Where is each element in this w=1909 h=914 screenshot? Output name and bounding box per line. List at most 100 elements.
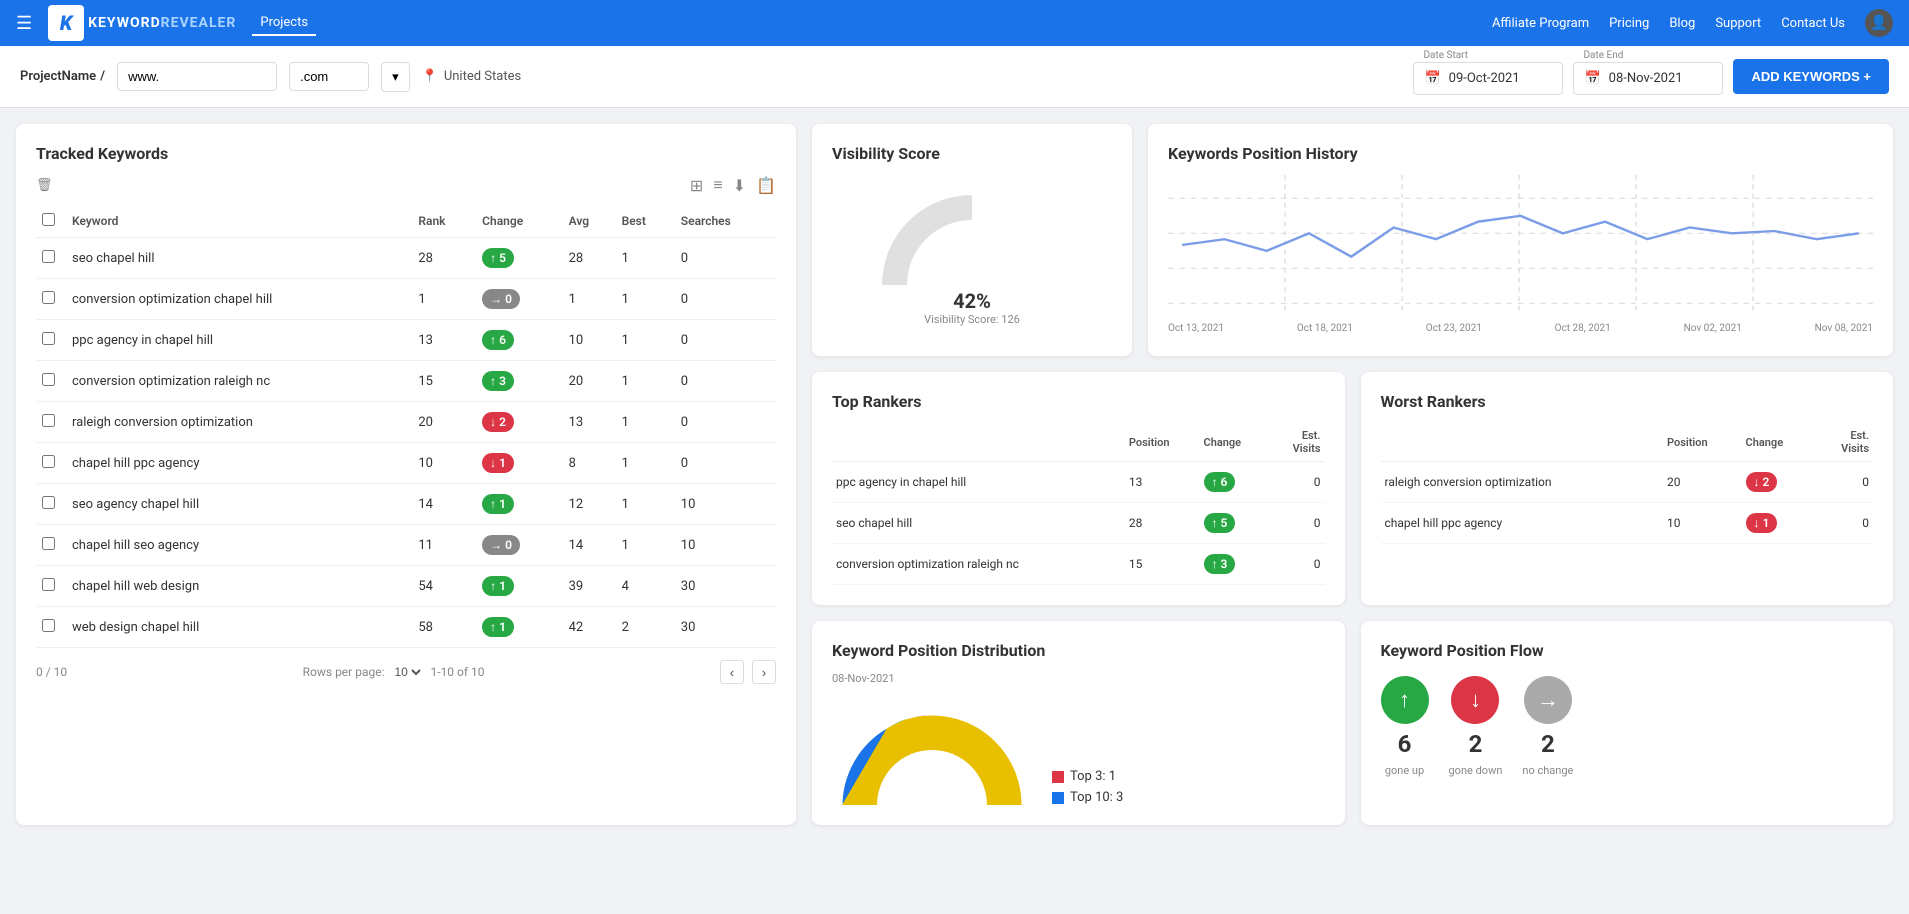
avg-cell: 14 xyxy=(563,525,616,566)
pagination-count: 0 / 10 xyxy=(36,665,67,679)
worst-rankers-title: Worst Rankers xyxy=(1381,392,1874,411)
project-name-label: ProjectName / xyxy=(20,69,105,84)
gauge-container: 42% Visibility Score: 126 xyxy=(832,175,1112,336)
table-row: conversion optimization raleigh nc 15 ↑ … xyxy=(36,361,776,402)
header: ☰ K KEYWORDREVEALER Projects Affiliate P… xyxy=(0,0,1909,46)
keywords-table: Keyword Rank Change Avg Best Searches se… xyxy=(36,205,776,648)
tr-position: 28 xyxy=(1125,503,1200,544)
row-checkbox[interactable] xyxy=(42,619,55,632)
nav-contact[interactable]: Contact Us xyxy=(1781,16,1845,31)
next-page-button[interactable]: › xyxy=(752,660,776,684)
row-checkbox[interactable] xyxy=(42,332,55,345)
gauge-wrap xyxy=(882,195,1062,285)
position-history-title: Keywords Position History xyxy=(1168,144,1873,163)
url-suffix-input[interactable] xyxy=(289,62,369,91)
searches-cell: 10 xyxy=(675,525,776,566)
change-badge: ↑ 6 xyxy=(482,330,514,350)
tracked-keywords-title: Tracked Keywords xyxy=(36,144,776,163)
hamburger-icon[interactable]: ☰ xyxy=(16,13,32,34)
copy-icon[interactable]: 📋 xyxy=(756,176,776,195)
wr-keyword: raleigh conversion optimization xyxy=(1381,462,1664,503)
change-cell: ↑ 3 xyxy=(476,361,562,402)
right-panel: Visibility Score 42% Visibility Score: 1… xyxy=(812,124,1893,825)
chart-x-labels: Oct 13, 2021 Oct 18, 2021 Oct 23, 2021 O… xyxy=(1168,323,1873,334)
gauge-percent: 42% xyxy=(924,289,1020,313)
logo-text: KEYWORDREVEALER xyxy=(88,15,236,31)
wr-col-est: Est.Visits xyxy=(1815,423,1873,462)
col-keyword: Keyword xyxy=(66,205,412,238)
change-badge: ↑ 3 xyxy=(1204,554,1236,574)
col-searches: Searches xyxy=(675,205,776,238)
header-right: Affiliate Program Pricing Blog Support C… xyxy=(1492,9,1893,37)
flow-label-down: gone down xyxy=(1449,764,1503,777)
nav-blog[interactable]: Blog xyxy=(1669,16,1695,31)
best-cell: 1 xyxy=(616,525,675,566)
rows-per-page: Rows per page: 10 25 50 1-10 of 10 xyxy=(303,664,485,680)
best-cell: 1 xyxy=(616,402,675,443)
row-checkbox[interactable] xyxy=(42,250,55,263)
add-keywords-button[interactable]: ADD KEYWORDS + xyxy=(1733,59,1889,94)
change-cell: ↑ 6 xyxy=(476,320,562,361)
change-badge: ↑ 1 xyxy=(482,494,514,514)
change-cell: ↑ 1 xyxy=(476,607,562,648)
date-end-label: Date End xyxy=(1581,50,1625,61)
wr-position: 10 xyxy=(1663,503,1742,544)
url-dropdown[interactable]: ▾ xyxy=(381,62,410,92)
download-icon[interactable]: ⬇ xyxy=(733,176,746,195)
columns-icon[interactable]: ⊞ xyxy=(690,176,703,195)
legend-top3-label: Top 3: 1 xyxy=(1070,769,1116,784)
keyword-cell: web design chapel hill xyxy=(66,607,412,648)
flow-card: Keyword Position Flow ↑ 6 gone up ↓ 2 go… xyxy=(1361,621,1894,825)
chart-area: .grid-line{stroke:#ddd;stroke-width:1;st… xyxy=(1168,175,1873,334)
col-change: Change xyxy=(476,205,562,238)
flow-item-down: ↓ 2 gone down xyxy=(1449,676,1503,777)
tracked-keywords-panel: Tracked Keywords 🗑 ⊞ ≡ ⬇ 📋 Keyword Rank … xyxy=(16,124,796,825)
logo-k: K xyxy=(60,11,72,35)
row-checkbox[interactable] xyxy=(42,414,55,427)
select-all-checkbox[interactable] xyxy=(42,213,55,226)
date-end-value: 08-Nov-2021 xyxy=(1609,71,1683,86)
rank-cell: 11 xyxy=(412,525,476,566)
rows-per-page-label: Rows per page: xyxy=(303,665,385,679)
tr-col-est: Est.Visits xyxy=(1269,423,1324,462)
rank-cell: 15 xyxy=(412,361,476,402)
best-cell: 1 xyxy=(616,361,675,402)
best-cell: 1 xyxy=(616,238,675,279)
header-left: ☰ K KEYWORDREVEALER Projects xyxy=(16,5,316,41)
keyword-cell: raleigh conversion optimization xyxy=(66,402,412,443)
row-checkbox[interactable] xyxy=(42,373,55,386)
date-end-input[interactable]: 📅 08-Nov-2021 xyxy=(1573,62,1723,95)
legend-top10-label: Top 10: 3 xyxy=(1070,790,1123,805)
flow-circle-neutral: → xyxy=(1524,676,1572,724)
url-prefix-input[interactable] xyxy=(117,62,277,91)
date-start-value: 09-Oct-2021 xyxy=(1449,71,1520,86)
row-checkbox[interactable] xyxy=(42,496,55,509)
searches-cell: 10 xyxy=(675,484,776,525)
filter-icon[interactable]: ≡ xyxy=(713,175,722,195)
col-avg: Avg xyxy=(563,205,616,238)
avg-cell: 12 xyxy=(563,484,616,525)
col-rank: Rank xyxy=(412,205,476,238)
rankers-row: Top Rankers Position Change Est.Visits p… xyxy=(812,372,1893,605)
flow-circle-up: ↑ xyxy=(1381,676,1429,724)
calendar-icon-end: 📅 xyxy=(1584,71,1600,86)
row-checkbox[interactable] xyxy=(42,291,55,304)
row-checkbox[interactable] xyxy=(42,578,55,591)
row-checkbox[interactable] xyxy=(42,455,55,468)
gauge-text: 42% Visibility Score: 126 xyxy=(924,289,1020,326)
row-checkbox[interactable] xyxy=(42,537,55,550)
trash-icon[interactable]: 🗑 xyxy=(36,178,53,193)
distribution-card: Keyword Position Distribution 08-Nov-202… xyxy=(812,621,1345,825)
avg-cell: 28 xyxy=(563,238,616,279)
user-avatar[interactable]: 👤 xyxy=(1865,9,1893,37)
nav-pricing[interactable]: Pricing xyxy=(1609,16,1649,31)
nav-projects[interactable]: Projects xyxy=(252,11,316,36)
prev-page-button[interactable]: ‹ xyxy=(720,660,744,684)
list-item: raleigh conversion optimization 20 ↓ 2 0 xyxy=(1381,462,1874,503)
rows-per-page-select[interactable]: 10 25 50 xyxy=(390,664,424,680)
nav-affiliate[interactable]: Affiliate Program xyxy=(1492,16,1589,31)
change-badge: → 0 xyxy=(482,535,520,555)
date-start-input[interactable]: 📅 09-Oct-2021 xyxy=(1413,62,1563,95)
right-top: Visibility Score 42% Visibility Score: 1… xyxy=(812,124,1893,356)
nav-support[interactable]: Support xyxy=(1715,16,1761,31)
